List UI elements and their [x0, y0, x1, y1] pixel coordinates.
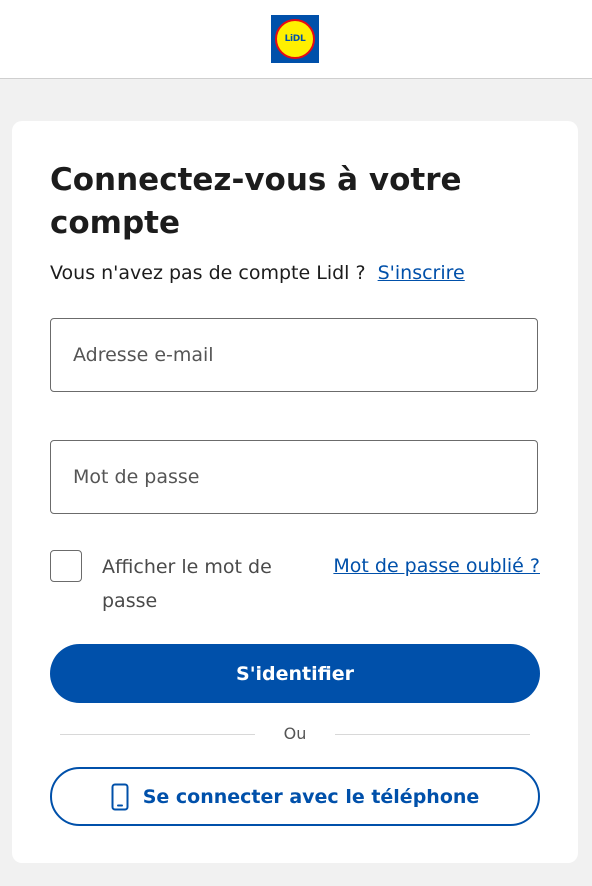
show-password-checkbox[interactable] — [50, 550, 82, 582]
site-header: LiDL — [0, 0, 592, 79]
show-password-label[interactable]: Afficher le mot de passe — [102, 550, 302, 618]
phone-login-button[interactable]: Se connecter avec le téléphone — [50, 767, 540, 826]
logo-text: LiDL — [284, 34, 306, 44]
logo-circle: LiDL — [275, 19, 315, 59]
signup-prompt: Vous n'avez pas de compte Lidl ? S'inscr… — [50, 259, 540, 287]
sign-in-button[interactable]: S'identifier — [50, 644, 540, 703]
password-field[interactable] — [50, 440, 538, 514]
email-field[interactable] — [50, 318, 538, 392]
password-input[interactable] — [51, 441, 537, 513]
divider-left — [60, 734, 255, 735]
no-account-text: Vous n'avez pas de compte Lidl ? — [50, 262, 366, 284]
divider-or-text: Ou — [283, 724, 307, 743]
forgot-password-link[interactable]: Mot de passe oublié ? — [333, 552, 540, 580]
login-card: Connectez-vous à votre compte Vous n'ave… — [12, 121, 578, 863]
divider-right — [335, 734, 530, 735]
mobile-phone-icon — [111, 783, 129, 810]
email-input[interactable] — [51, 319, 537, 391]
phone-login-label: Se connecter avec le téléphone — [142, 785, 480, 808]
signup-link[interactable]: S'inscrire — [378, 262, 465, 284]
page-title: Connectez-vous à votre compte — [50, 162, 462, 241]
lidl-logo[interactable]: LiDL — [271, 15, 319, 63]
